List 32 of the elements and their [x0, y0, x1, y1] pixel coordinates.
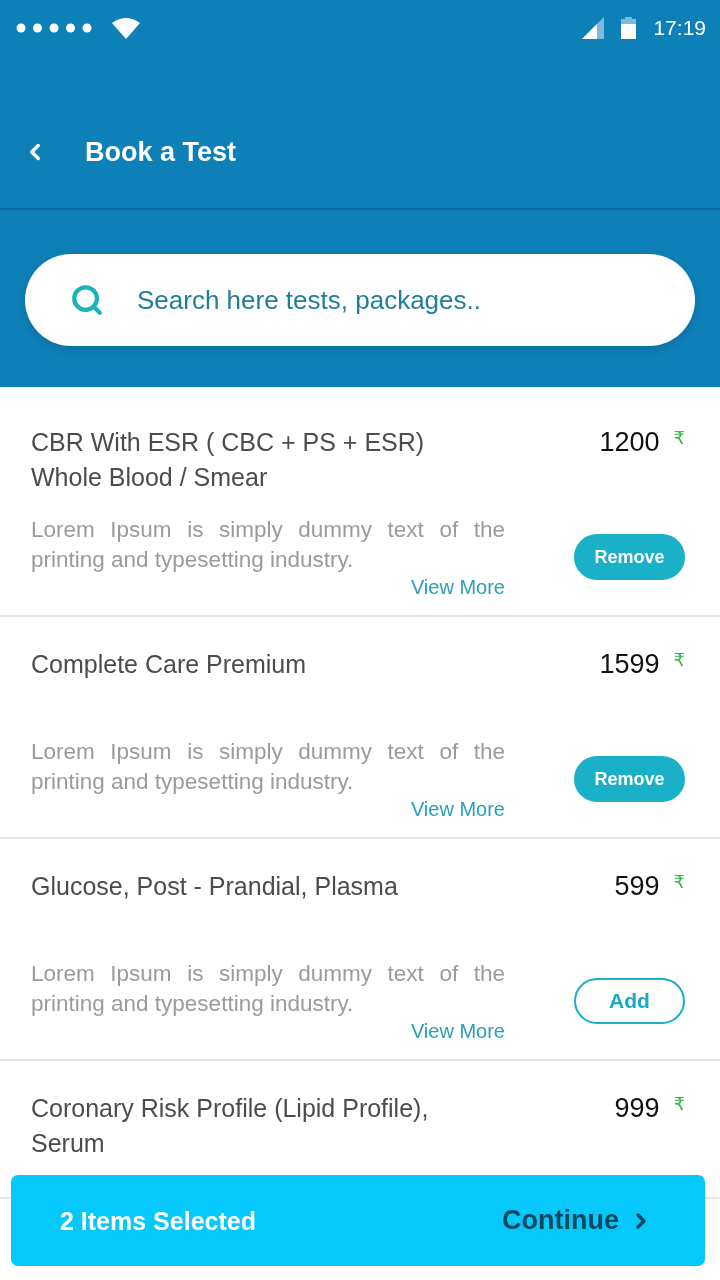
add-button[interactable]: Add	[574, 978, 685, 1024]
status-time: 17:19	[653, 16, 706, 40]
page-title: Book a Test	[85, 136, 237, 169]
test-name: CBR With ESR ( CBC + PS + ESR) Whole Blood / Smear	[31, 427, 426, 493]
view-more-link[interactable]: View More	[410, 1019, 505, 1043]
test-price: 1599	[599, 649, 660, 679]
search-icon	[70, 283, 104, 317]
test-price: 599	[614, 871, 660, 901]
search-input[interactable]: Search here tests, packages..	[137, 280, 665, 320]
view-more-link[interactable]: View More	[410, 797, 505, 821]
signal-dots-icon	[16, 23, 92, 33]
rupee-sign: ₹	[673, 427, 685, 449]
test-name: Glucose, Post - Prandial, Plasma	[31, 871, 398, 902]
view-more-link[interactable]: View More	[410, 575, 505, 599]
rupee-sign: ₹	[673, 1093, 685, 1115]
rupee-sign: ₹	[673, 649, 685, 671]
test-description: Lorem Ipsum is simply dummy text of the printing and typesetting industry.	[31, 516, 505, 574]
continue-button[interactable]: Continue	[502, 1205, 653, 1236]
test-description: Lorem Ipsum is simply dummy text of the printing and typesetting industry.	[31, 960, 505, 1018]
battery-icon	[621, 17, 637, 39]
test-price: 999	[614, 1093, 660, 1123]
cell-signal-icon	[582, 17, 605, 39]
test-price: 1200	[599, 427, 660, 457]
wifi-icon	[112, 17, 140, 39]
test-name: Complete Care Premium	[31, 649, 307, 680]
test-description: Lorem Ipsum is simply dummy text of the printing and typesetting industry.	[31, 738, 505, 796]
rupee-sign: ₹	[673, 871, 685, 893]
selection-summary: 2 Items Selected	[60, 1205, 256, 1236]
test-name: Coronary Risk Profile (Lipid Profile), Serum	[31, 1093, 430, 1159]
remove-button[interactable]: Remove	[574, 756, 685, 802]
remove-button[interactable]: Remove	[574, 534, 685, 580]
search-field[interactable]: Search here tests, packages..	[25, 254, 695, 346]
